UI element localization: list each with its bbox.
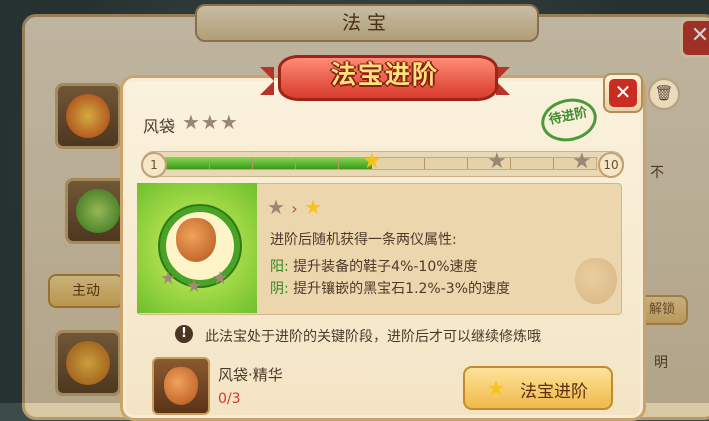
- milestone-star-icon: ★: [362, 149, 382, 174]
- star-icon: ★: [487, 376, 505, 400]
- milestone-star-icon: ★: [572, 149, 592, 174]
- warning-icon: !: [175, 325, 193, 343]
- wind-bag-essence-icon: [164, 367, 198, 405]
- star-icon: ★: [267, 195, 285, 219]
- upgrade-hint: 进阶后随机获得一条两仪属性:: [270, 232, 457, 248]
- progress-max: 10: [598, 152, 624, 178]
- star-icon: ★: [160, 268, 177, 289]
- progress-min: 1: [141, 152, 167, 178]
- notice-text: 此法宝处于进阶的关键阶段，进阶后才可以继续修炼哦: [205, 329, 541, 345]
- milestone-star-icon: ★: [487, 149, 507, 174]
- arrow-right-icon: ›: [291, 199, 298, 218]
- star-icon: ★: [304, 195, 322, 219]
- item-name: 风袋: [143, 117, 176, 136]
- progress-fill: [166, 158, 373, 169]
- material-slot[interactable]: [152, 357, 210, 415]
- advance-button-label: 法宝进阶: [520, 382, 588, 402]
- star-icon: ★: [186, 276, 203, 297]
- star-upgrade-indicator: ★ › ★: [267, 195, 322, 219]
- attribute-yang: 阳: 提升装备的鞋子4%-10%速度: [270, 259, 478, 275]
- star-icon: ★: [212, 268, 229, 289]
- dialog-close-button[interactable]: ✕: [603, 73, 643, 113]
- wind-bag-icon: [176, 218, 216, 262]
- material-name: 风袋·精华: [218, 366, 283, 384]
- dialog-banner: 法宝进阶: [260, 43, 510, 101]
- advance-button[interactable]: ★ 法宝进阶: [463, 366, 613, 410]
- bag-watermark-icon: [575, 258, 617, 304]
- item-stars: ★★★: [182, 110, 239, 134]
- dialog-title: 法宝进阶: [330, 60, 439, 89]
- material-count: 0/3: [218, 391, 241, 407]
- close-icon: ✕: [609, 79, 637, 107]
- attribute-yin: 阴: 提升镶嵌的黑宝石1.2%-3%的速度: [270, 281, 511, 297]
- trash-icon[interactable]: 🗑: [648, 78, 680, 110]
